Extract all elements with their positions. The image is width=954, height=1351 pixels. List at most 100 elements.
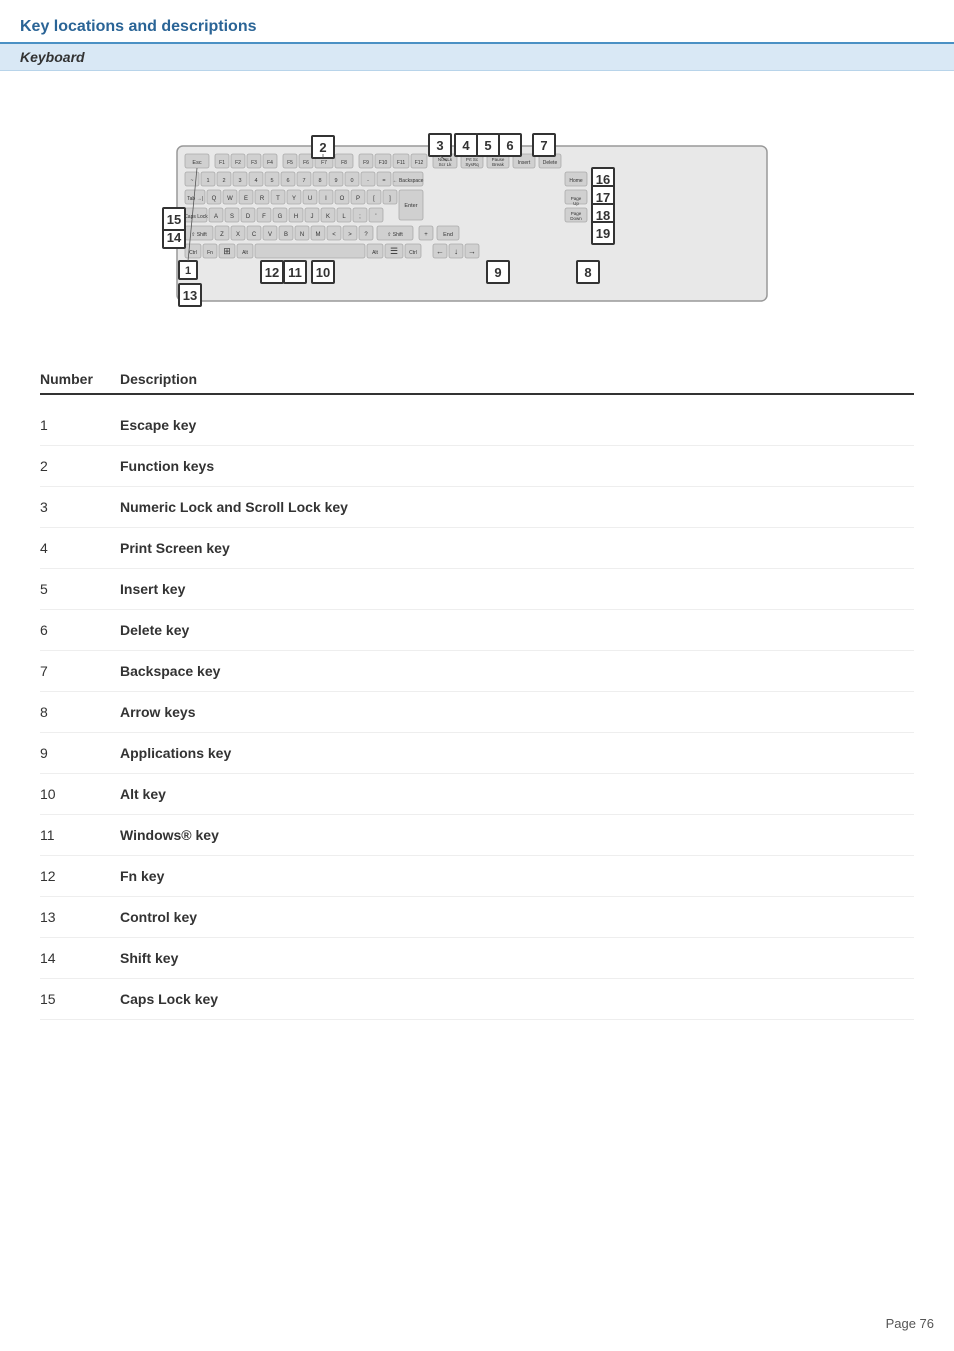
svg-text:Q: Q xyxy=(212,196,217,202)
svg-text:': ' xyxy=(375,214,376,220)
svg-text:F1: F1 xyxy=(219,160,225,166)
svg-text:⇧ Shift: ⇧ Shift xyxy=(191,232,207,238)
svg-text:6: 6 xyxy=(286,178,289,184)
svg-text:19: 19 xyxy=(596,226,610,241)
svg-text:Up: Up xyxy=(573,201,579,206)
row-number: 1 xyxy=(40,417,120,433)
row-number: 14 xyxy=(40,950,120,966)
table-row: 13Control key xyxy=(40,897,914,938)
svg-text:Down: Down xyxy=(570,216,582,221)
svg-text:+: + xyxy=(424,232,428,238)
svg-text:C: C xyxy=(252,232,257,238)
page-title: Key locations and descriptions xyxy=(20,18,934,36)
table-row: 1Escape key xyxy=(40,405,914,446)
row-description: Control key xyxy=(120,909,914,925)
svg-text:→: → xyxy=(468,247,476,256)
svg-text:F3: F3 xyxy=(251,160,257,166)
svg-text:Fn: Fn xyxy=(207,250,213,256)
table-row: 6Delete key xyxy=(40,610,914,651)
keyboard-diagram: Esc F1 F2 F3 F4 F5 F6 F7 F8 F9 F10 xyxy=(0,71,954,341)
svg-text:9: 9 xyxy=(494,265,501,280)
svg-text:10: 10 xyxy=(316,265,330,280)
row-number: 8 xyxy=(40,704,120,720)
svg-text:Home: Home xyxy=(569,178,583,184)
table-row: 9Applications key xyxy=(40,733,914,774)
svg-text:<: < xyxy=(332,232,336,238)
section-header: Keyboard xyxy=(0,44,954,71)
svg-text:☰: ☰ xyxy=(390,246,398,256)
svg-text:M: M xyxy=(316,232,321,238)
svg-text:F5: F5 xyxy=(287,160,293,166)
svg-text:4: 4 xyxy=(462,138,470,153)
svg-text:Ctrl: Ctrl xyxy=(409,250,417,256)
svg-text:4: 4 xyxy=(254,178,257,184)
table-rows-container: 1Escape key2Function keys3Numeric Lock a… xyxy=(40,405,914,1020)
svg-text:3: 3 xyxy=(436,138,443,153)
row-description: Insert key xyxy=(120,581,914,597)
row-number: 4 xyxy=(40,540,120,556)
page-header: Key locations and descriptions xyxy=(0,0,954,44)
key-table: Number Description 1Escape key2Function … xyxy=(0,341,954,1060)
row-description: Alt key xyxy=(120,786,914,802)
svg-text:F4: F4 xyxy=(267,160,273,166)
svg-text:Tab →|: Tab →| xyxy=(187,196,203,202)
svg-text:J: J xyxy=(311,214,314,220)
svg-text:Esc: Esc xyxy=(192,160,201,166)
row-description: Escape key xyxy=(120,417,914,433)
svg-text:← Backspace: ← Backspace xyxy=(393,178,424,184)
svg-text:Alt: Alt xyxy=(372,250,378,256)
row-number: 5 xyxy=(40,581,120,597)
svg-text:W: W xyxy=(227,196,233,202)
svg-text:3: 3 xyxy=(238,178,241,184)
svg-text:D: D xyxy=(246,214,251,220)
svg-text:End: End xyxy=(443,232,453,238)
row-number: 12 xyxy=(40,868,120,884)
table-row: 10Alt key xyxy=(40,774,914,815)
svg-text:B: B xyxy=(284,232,288,238)
svg-text:⇧ Shift: ⇧ Shift xyxy=(387,232,403,238)
svg-text:F10: F10 xyxy=(379,160,388,166)
svg-text:E: E xyxy=(244,196,248,202)
section-title: Keyboard xyxy=(20,49,85,65)
svg-text:F2: F2 xyxy=(235,160,241,166)
table-row: 4Print Screen key xyxy=(40,528,914,569)
svg-text:11: 11 xyxy=(288,265,302,280)
svg-text:5: 5 xyxy=(484,138,491,153)
svg-text:14: 14 xyxy=(167,230,182,245)
svg-text:8: 8 xyxy=(584,265,591,280)
row-number: 13 xyxy=(40,909,120,925)
svg-text:-: - xyxy=(367,178,369,184)
svg-text:1: 1 xyxy=(185,265,191,277)
svg-text:T: T xyxy=(276,196,280,202)
svg-text:F11: F11 xyxy=(397,160,405,166)
row-description: Fn key xyxy=(120,868,914,884)
svg-text:15: 15 xyxy=(167,212,181,227)
svg-text:7: 7 xyxy=(540,138,547,153)
svg-text:Enter: Enter xyxy=(404,203,417,209)
svg-text:F7: F7 xyxy=(321,160,327,166)
row-description: Windows® key xyxy=(120,827,914,843)
svg-text:F9: F9 xyxy=(363,160,369,166)
page-number: Page 76 xyxy=(886,1316,934,1331)
svg-text:17: 17 xyxy=(596,190,610,205)
svg-text:F6: F6 xyxy=(303,160,309,166)
svg-text:Insert: Insert xyxy=(518,160,531,166)
table-row: 11Windows® key xyxy=(40,815,914,856)
row-description: Caps Lock key xyxy=(120,991,914,1007)
keyboard-image: Esc F1 F2 F3 F4 F5 F6 F7 F8 F9 F10 xyxy=(117,101,837,321)
svg-text:P: P xyxy=(356,196,360,202)
row-number: 11 xyxy=(40,827,120,843)
svg-text:18: 18 xyxy=(596,208,610,223)
svg-text:Ctrl: Ctrl xyxy=(189,250,197,256)
svg-text:X: X xyxy=(236,232,240,238)
svg-text:5: 5 xyxy=(270,178,273,184)
table-row: 5Insert key xyxy=(40,569,914,610)
svg-text:F12: F12 xyxy=(415,160,424,166)
svg-text:Y: Y xyxy=(292,196,296,202)
svg-text:H: H xyxy=(294,214,298,220)
table-row: 12Fn key xyxy=(40,856,914,897)
svg-text:A: A xyxy=(214,214,218,220)
svg-text:9: 9 xyxy=(334,178,337,184)
svg-text:13: 13 xyxy=(183,288,197,303)
svg-text:12: 12 xyxy=(265,265,279,280)
